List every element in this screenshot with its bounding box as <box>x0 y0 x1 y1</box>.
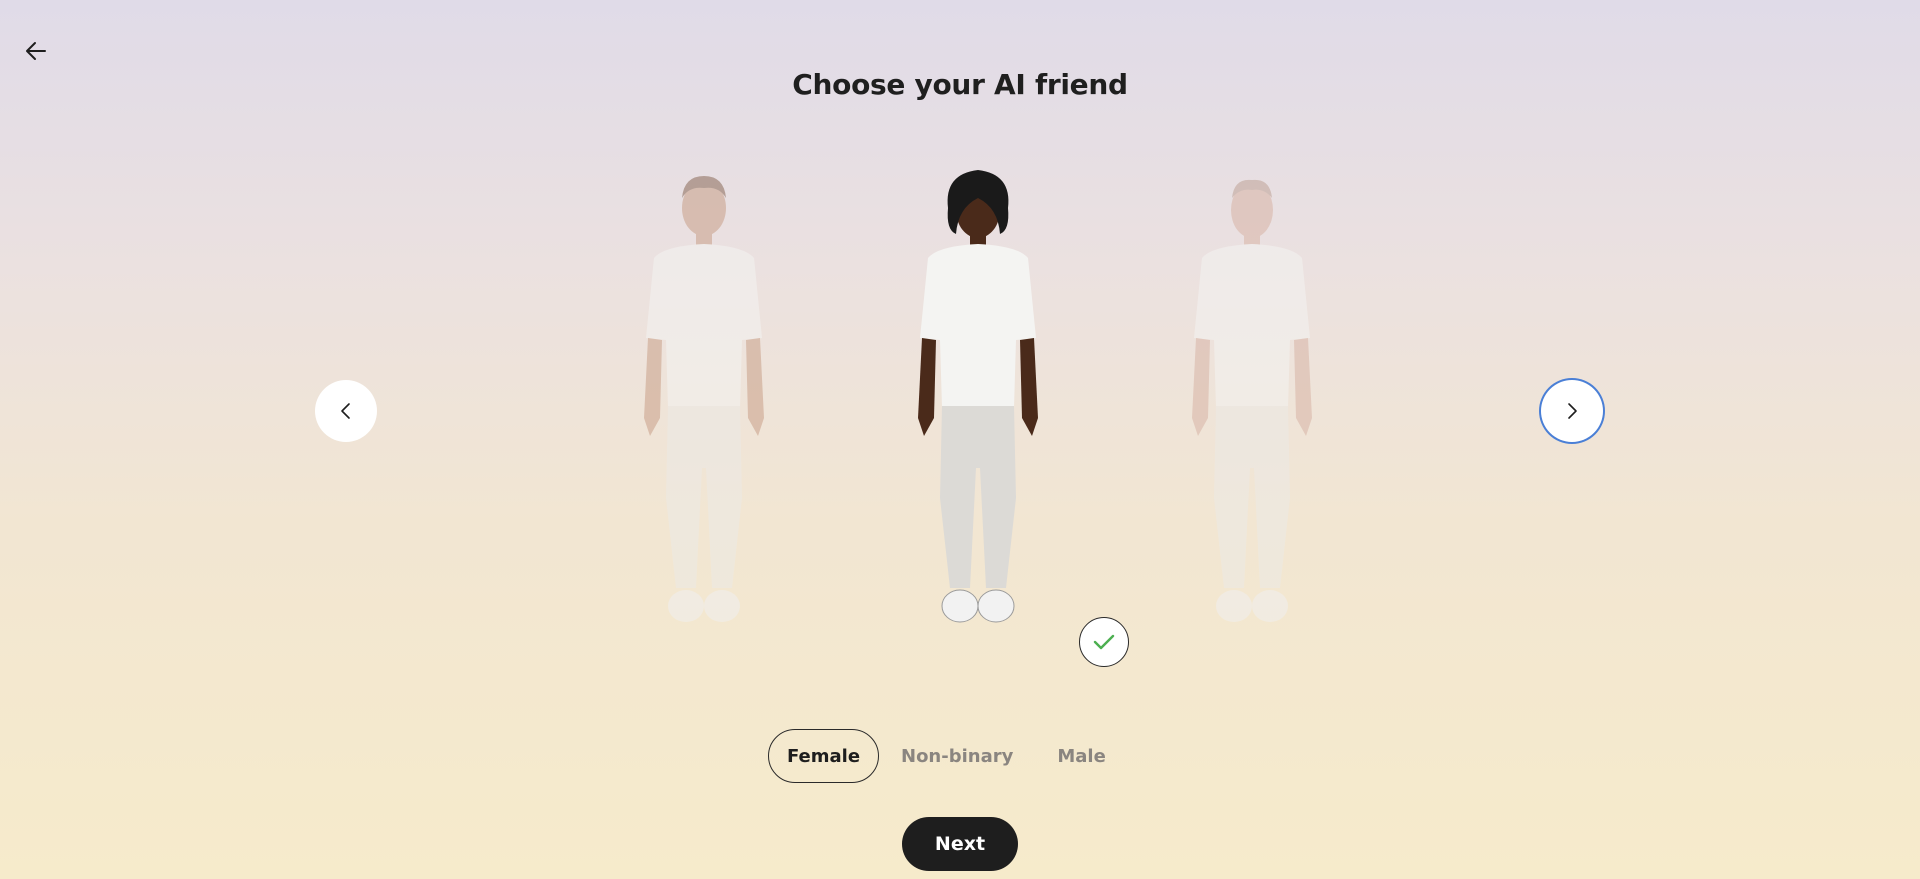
gender-option-female[interactable]: Female <box>768 729 879 783</box>
avatar-option-2-selected[interactable] <box>898 168 1058 638</box>
avatar-figure-image <box>644 176 764 622</box>
gender-option-non-binary[interactable]: Non-binary <box>879 729 1035 783</box>
avatar-figure-image <box>918 170 1038 623</box>
page-title: Choose your AI friend <box>792 68 1128 101</box>
avatar-figure-image <box>1192 179 1312 622</box>
chevron-left-icon <box>341 403 350 419</box>
gender-selector: Female Non-binary Male <box>768 729 1128 783</box>
gender-option-male[interactable]: Male <box>1035 729 1127 783</box>
next-button[interactable]: Next <box>902 817 1018 871</box>
checkmark-icon <box>1093 634 1115 650</box>
carousel-prev-button[interactable] <box>315 380 377 442</box>
carousel-next-button[interactable] <box>1541 380 1603 442</box>
chevron-right-icon <box>1568 403 1577 419</box>
avatar-option-3[interactable] <box>1172 168 1332 638</box>
arrow-left-icon <box>26 42 46 60</box>
back-button[interactable] <box>18 33 54 69</box>
selected-check-badge <box>1079 617 1129 667</box>
avatar-option-1[interactable] <box>624 168 784 638</box>
